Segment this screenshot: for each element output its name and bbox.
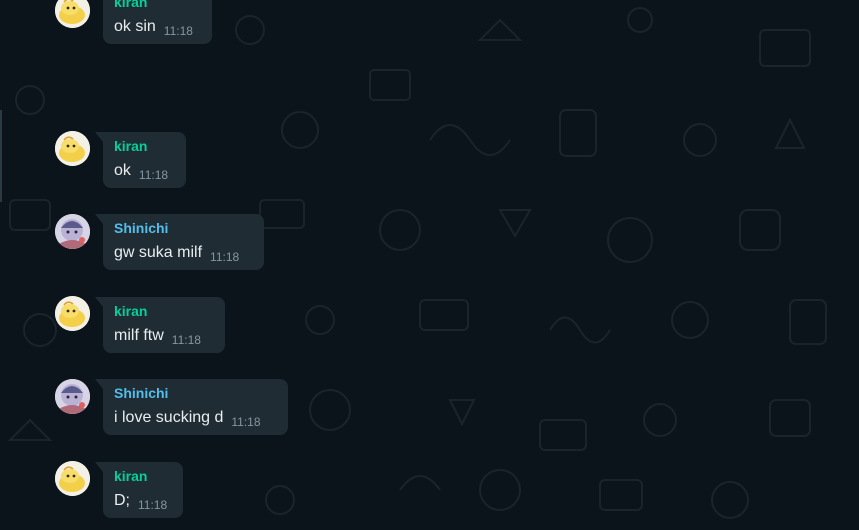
message-text: D; xyxy=(114,492,130,509)
kiran-avatar-image xyxy=(55,131,90,166)
message-text: ok sin xyxy=(114,18,156,35)
shinichi-avatar-image xyxy=(55,214,90,249)
message-sender[interactable]: kiran xyxy=(114,0,201,11)
avatar-kiran[interactable] xyxy=(55,296,90,331)
avatar-shinichi[interactable] xyxy=(55,214,90,249)
kiran-avatar-image xyxy=(55,461,90,496)
message-bubble[interactable]: Shinichi gw suka milf 11:18 xyxy=(95,214,264,270)
avatar-shinichi[interactable] xyxy=(55,379,90,414)
avatar-kiran[interactable] xyxy=(55,131,90,166)
message-timestamp: 11:18 xyxy=(138,168,169,182)
message-text: gw suka milf xyxy=(114,244,203,261)
scroll-indicator xyxy=(0,110,2,202)
message-sender[interactable]: Shinichi xyxy=(114,385,277,402)
message-sender[interactable]: kiran xyxy=(114,138,175,155)
message-timestamp: 11:18 xyxy=(171,333,201,347)
shinichi-avatar-image xyxy=(55,379,90,414)
message-timestamp: 11:18 xyxy=(163,24,193,38)
message-timestamp: 11:18 xyxy=(138,498,168,512)
message-bubble[interactable]: kiran ok sin 11:18 xyxy=(103,0,212,44)
message-bubble[interactable]: kiran milf ftw 11:18 xyxy=(95,297,225,353)
message-bubble[interactable]: kiran ok 11:18 xyxy=(95,132,186,188)
message-text: ok xyxy=(114,162,131,179)
message-text: i love sucking d xyxy=(114,409,224,426)
message-bubble[interactable]: Shinichi i love sucking d 11:18 xyxy=(95,379,288,435)
message-sender[interactable]: kiran xyxy=(114,303,214,320)
message-sender[interactable]: kiran xyxy=(114,468,172,485)
message-timestamp: 11:18 xyxy=(210,250,240,264)
message-sender[interactable]: Shinichi xyxy=(114,220,253,237)
message-bubble[interactable]: kiran D; 11:18 xyxy=(95,462,183,518)
kiran-avatar-image xyxy=(55,296,90,331)
message-text: milf ftw xyxy=(114,327,164,344)
avatar-kiran[interactable] xyxy=(55,461,90,496)
chat-messages-panel[interactable]: kiran ok sin 11:18 kiran ok 11:18 Shinic… xyxy=(0,0,859,530)
message-timestamp: 11:18 xyxy=(231,415,261,429)
